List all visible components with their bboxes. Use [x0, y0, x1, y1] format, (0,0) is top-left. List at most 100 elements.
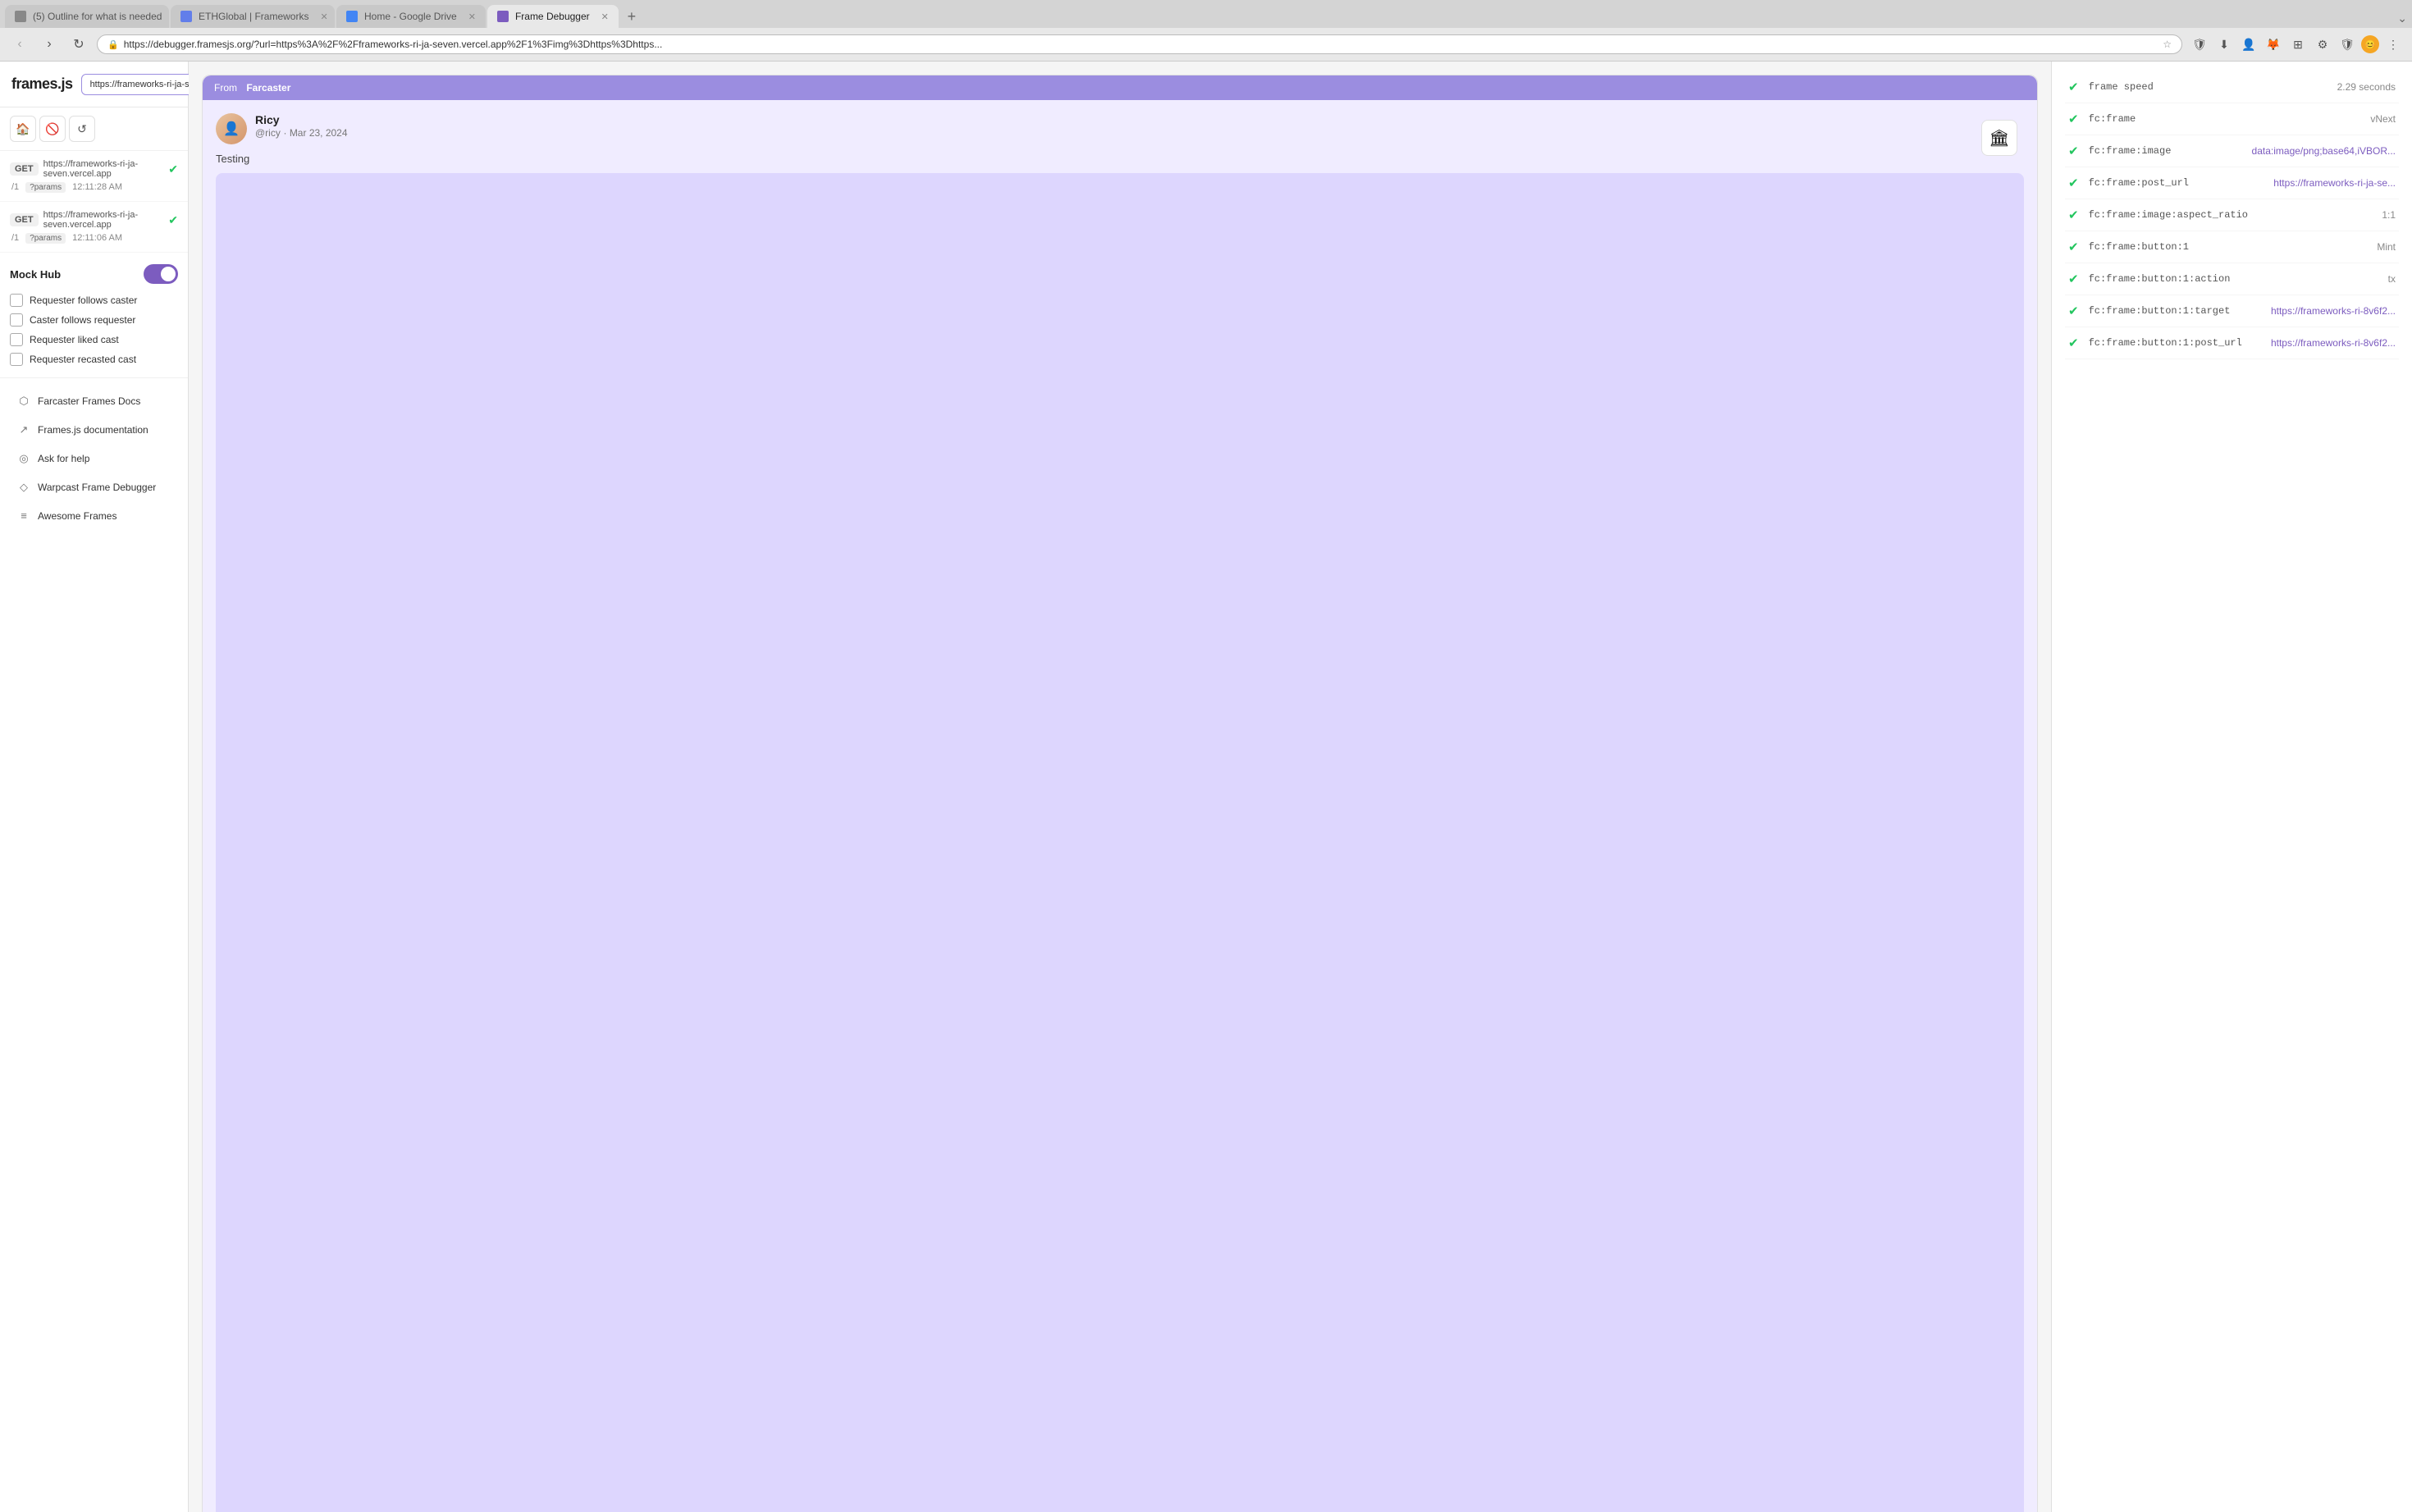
- meta-value: https://frameworks-ri-8v6f2...: [2271, 337, 2396, 349]
- tab-close-google[interactable]: ✕: [468, 11, 476, 22]
- settings-icon[interactable]: ⚙: [2312, 34, 2333, 55]
- meta-rows: ✔ frame speed 2.29 seconds ✔ fc:frame vN…: [2065, 71, 2399, 359]
- tab-bar: (5) Outline for what is needed ✕ ETHGlob…: [0, 0, 2412, 28]
- block-icon-btn[interactable]: 🚫: [39, 116, 66, 142]
- shield-icon[interactable]: 🛡: [2189, 34, 2210, 55]
- frame-header: From Farcaster: [203, 75, 2037, 100]
- history-params-2: ?params: [25, 233, 66, 244]
- tab-debugger[interactable]: Frame Debugger ✕: [487, 5, 619, 28]
- meta-key: fc:frame:image: [2089, 145, 2242, 157]
- frame-from-label: From: [214, 82, 237, 94]
- links-section: ⬡ Farcaster Frames Docs ↗ Frames.js docu…: [0, 378, 188, 1512]
- checkbox-label-2: Caster follows requester: [30, 314, 135, 326]
- link-label-awesome: Awesome Frames: [38, 510, 116, 522]
- menu-icon[interactable]: ⋮: [2382, 34, 2404, 55]
- checkbox-requester-liked-cast[interactable]: Requester liked cast: [10, 333, 178, 346]
- frame-user-info: Ricy @ricy · Mar 23, 2024: [255, 113, 2024, 139]
- tab-ethglobal[interactable]: ETHGlobal | Frameworks ✕: [171, 5, 335, 28]
- link-label-framesjs: Frames.js documentation: [38, 424, 148, 436]
- mock-hub-title: Mock Hub: [10, 268, 61, 281]
- history-time-1: 12:11:28 AM: [72, 182, 122, 193]
- checkbox-label-4: Requester recasted cast: [30, 354, 136, 365]
- meta-value: 1:1: [2382, 209, 2396, 221]
- noun-icon: 🏛: [1981, 120, 2017, 156]
- shield2-icon[interactable]: 🛡: [2337, 34, 2358, 55]
- tab-label-google: Home - Google Drive: [364, 11, 457, 22]
- meta-row: ✔ fc:frame:post_url https://frameworks-r…: [2065, 167, 2399, 199]
- meta-key: fc:frame:button:1:target: [2089, 305, 2261, 317]
- link-farcaster-docs[interactable]: ⬡ Farcaster Frames Docs: [7, 387, 181, 415]
- frame-post-text: Testing: [216, 153, 2024, 165]
- method-badge-1: GET: [10, 162, 39, 176]
- meta-key: fc:frame: [2089, 113, 2361, 125]
- frame-username: Ricy: [255, 113, 2024, 126]
- checkbox-caster-follows-requester[interactable]: Caster follows requester: [10, 313, 178, 327]
- sidebar: frames.js Debug Impersonating fid 6731 S…: [0, 62, 189, 1512]
- tab-close-ethglobal[interactable]: ✕: [320, 11, 327, 22]
- meta-check-icon: ✔: [2068, 336, 2079, 350]
- user-avatar[interactable]: 😊: [2361, 35, 2379, 53]
- history-path-1: /1: [11, 182, 19, 193]
- new-tab-button[interactable]: +: [620, 5, 643, 28]
- checkbox-label-1: Requester follows caster: [30, 295, 137, 306]
- checkbox-label-3: Requester liked cast: [30, 334, 119, 345]
- link-framesjs-docs[interactable]: ↗ Frames.js documentation: [7, 416, 181, 444]
- checkbox-requester-recasted[interactable]: Requester recasted cast: [10, 353, 178, 366]
- checkbox-list: Requester follows caster Caster follows …: [10, 294, 178, 366]
- main-content: From Farcaster 👤 Ricy @ricy: [189, 62, 2412, 1512]
- frame-relative: 👤 Ricy @ricy · Mar 23, 2024 🏛: [216, 113, 2024, 1512]
- profile-icon[interactable]: 👤: [2238, 34, 2259, 55]
- link-label-help: Ask for help: [38, 453, 89, 464]
- tab-favicon-debugger: [497, 11, 509, 22]
- list-icon: ≡: [16, 509, 31, 522]
- history-params-1: ?params: [25, 182, 66, 193]
- tab-close-debugger[interactable]: ✕: [601, 11, 609, 22]
- frame-image-placeholder: [216, 173, 2024, 1512]
- history-item-2[interactable]: GET https://frameworks-ri-ja-seven.verce…: [0, 202, 188, 253]
- link-awesome-frames[interactable]: ≡ Awesome Frames: [7, 502, 181, 529]
- lock-icon: 🔒: [107, 39, 119, 50]
- star-icon: ☆: [2163, 39, 2172, 50]
- tab-label-outline: (5) Outline for what is needed: [33, 11, 162, 22]
- checkbox-requester-follows-caster[interactable]: Requester follows caster: [10, 294, 178, 307]
- home-icon-btn[interactable]: 🏠: [10, 116, 36, 142]
- meta-value: vNext: [2370, 113, 2396, 125]
- tab-google[interactable]: Home - Google Drive ✕: [336, 5, 486, 28]
- meta-check-icon: ✔: [2068, 208, 2079, 222]
- frame-profile: 👤 Ricy @ricy · Mar 23, 2024: [216, 113, 2024, 144]
- link-warpcast-debugger[interactable]: ◇ Warpcast Frame Debugger: [7, 473, 181, 501]
- farcaster-frame: From Farcaster 👤 Ricy @ricy: [203, 75, 2037, 1512]
- history-url-1: https://frameworks-ri-ja-seven.vercel.ap…: [43, 159, 164, 179]
- meta-key: fc:frame:button:1:action: [2089, 273, 2378, 285]
- browser-chrome: (5) Outline for what is needed ✕ ETHGlob…: [0, 0, 2412, 62]
- meta-check-icon: ✔: [2068, 272, 2079, 286]
- meta-row: ✔ fc:frame:button:1:post_url https://fra…: [2065, 327, 2399, 359]
- frame-avatar: 👤: [216, 113, 247, 144]
- address-input[interactable]: [124, 39, 2158, 50]
- meta-value: Mint: [2377, 241, 2396, 253]
- meta-row: ✔ fc:frame vNext: [2065, 103, 2399, 135]
- meta-key: fc:frame:image:aspect_ratio: [2089, 209, 2373, 221]
- frame-body: 👤 Ricy @ricy · Mar 23, 2024 🏛: [203, 100, 2037, 1512]
- address-bar[interactable]: 🔒 ☆: [97, 34, 2182, 54]
- grid-icon[interactable]: ⊞: [2287, 34, 2309, 55]
- external-link-icon-1: ↗: [16, 423, 31, 436]
- history-item-1[interactable]: GET https://frameworks-ri-ja-seven.verce…: [0, 151, 188, 202]
- farcaster-icon: ⬡: [16, 395, 31, 408]
- checkbox-box-4: [10, 353, 23, 366]
- reload-button[interactable]: ↻: [67, 33, 90, 56]
- back-button[interactable]: ‹: [8, 33, 31, 56]
- checkbox-box-1: [10, 294, 23, 307]
- mock-hub-toggle[interactable]: [144, 264, 178, 284]
- meta-row: ✔ fc:frame:button:1:target https://frame…: [2065, 295, 2399, 327]
- history-section: GET https://frameworks-ri-ja-seven.verce…: [0, 151, 188, 253]
- mock-hub-section: Mock Hub Requester follows caster Caster…: [0, 253, 188, 378]
- meta-check-icon: ✔: [2068, 176, 2079, 190]
- tab-overflow-button[interactable]: ⌄: [2397, 11, 2407, 25]
- forward-button[interactable]: ›: [38, 33, 61, 56]
- fox-icon[interactable]: 🦊: [2263, 34, 2284, 55]
- tab-outline[interactable]: (5) Outline for what is needed ✕: [5, 5, 169, 28]
- download-icon[interactable]: ⬇: [2213, 34, 2235, 55]
- link-ask-help[interactable]: ◎ Ask for help: [7, 445, 181, 473]
- refresh-icon-btn[interactable]: ↺: [69, 116, 95, 142]
